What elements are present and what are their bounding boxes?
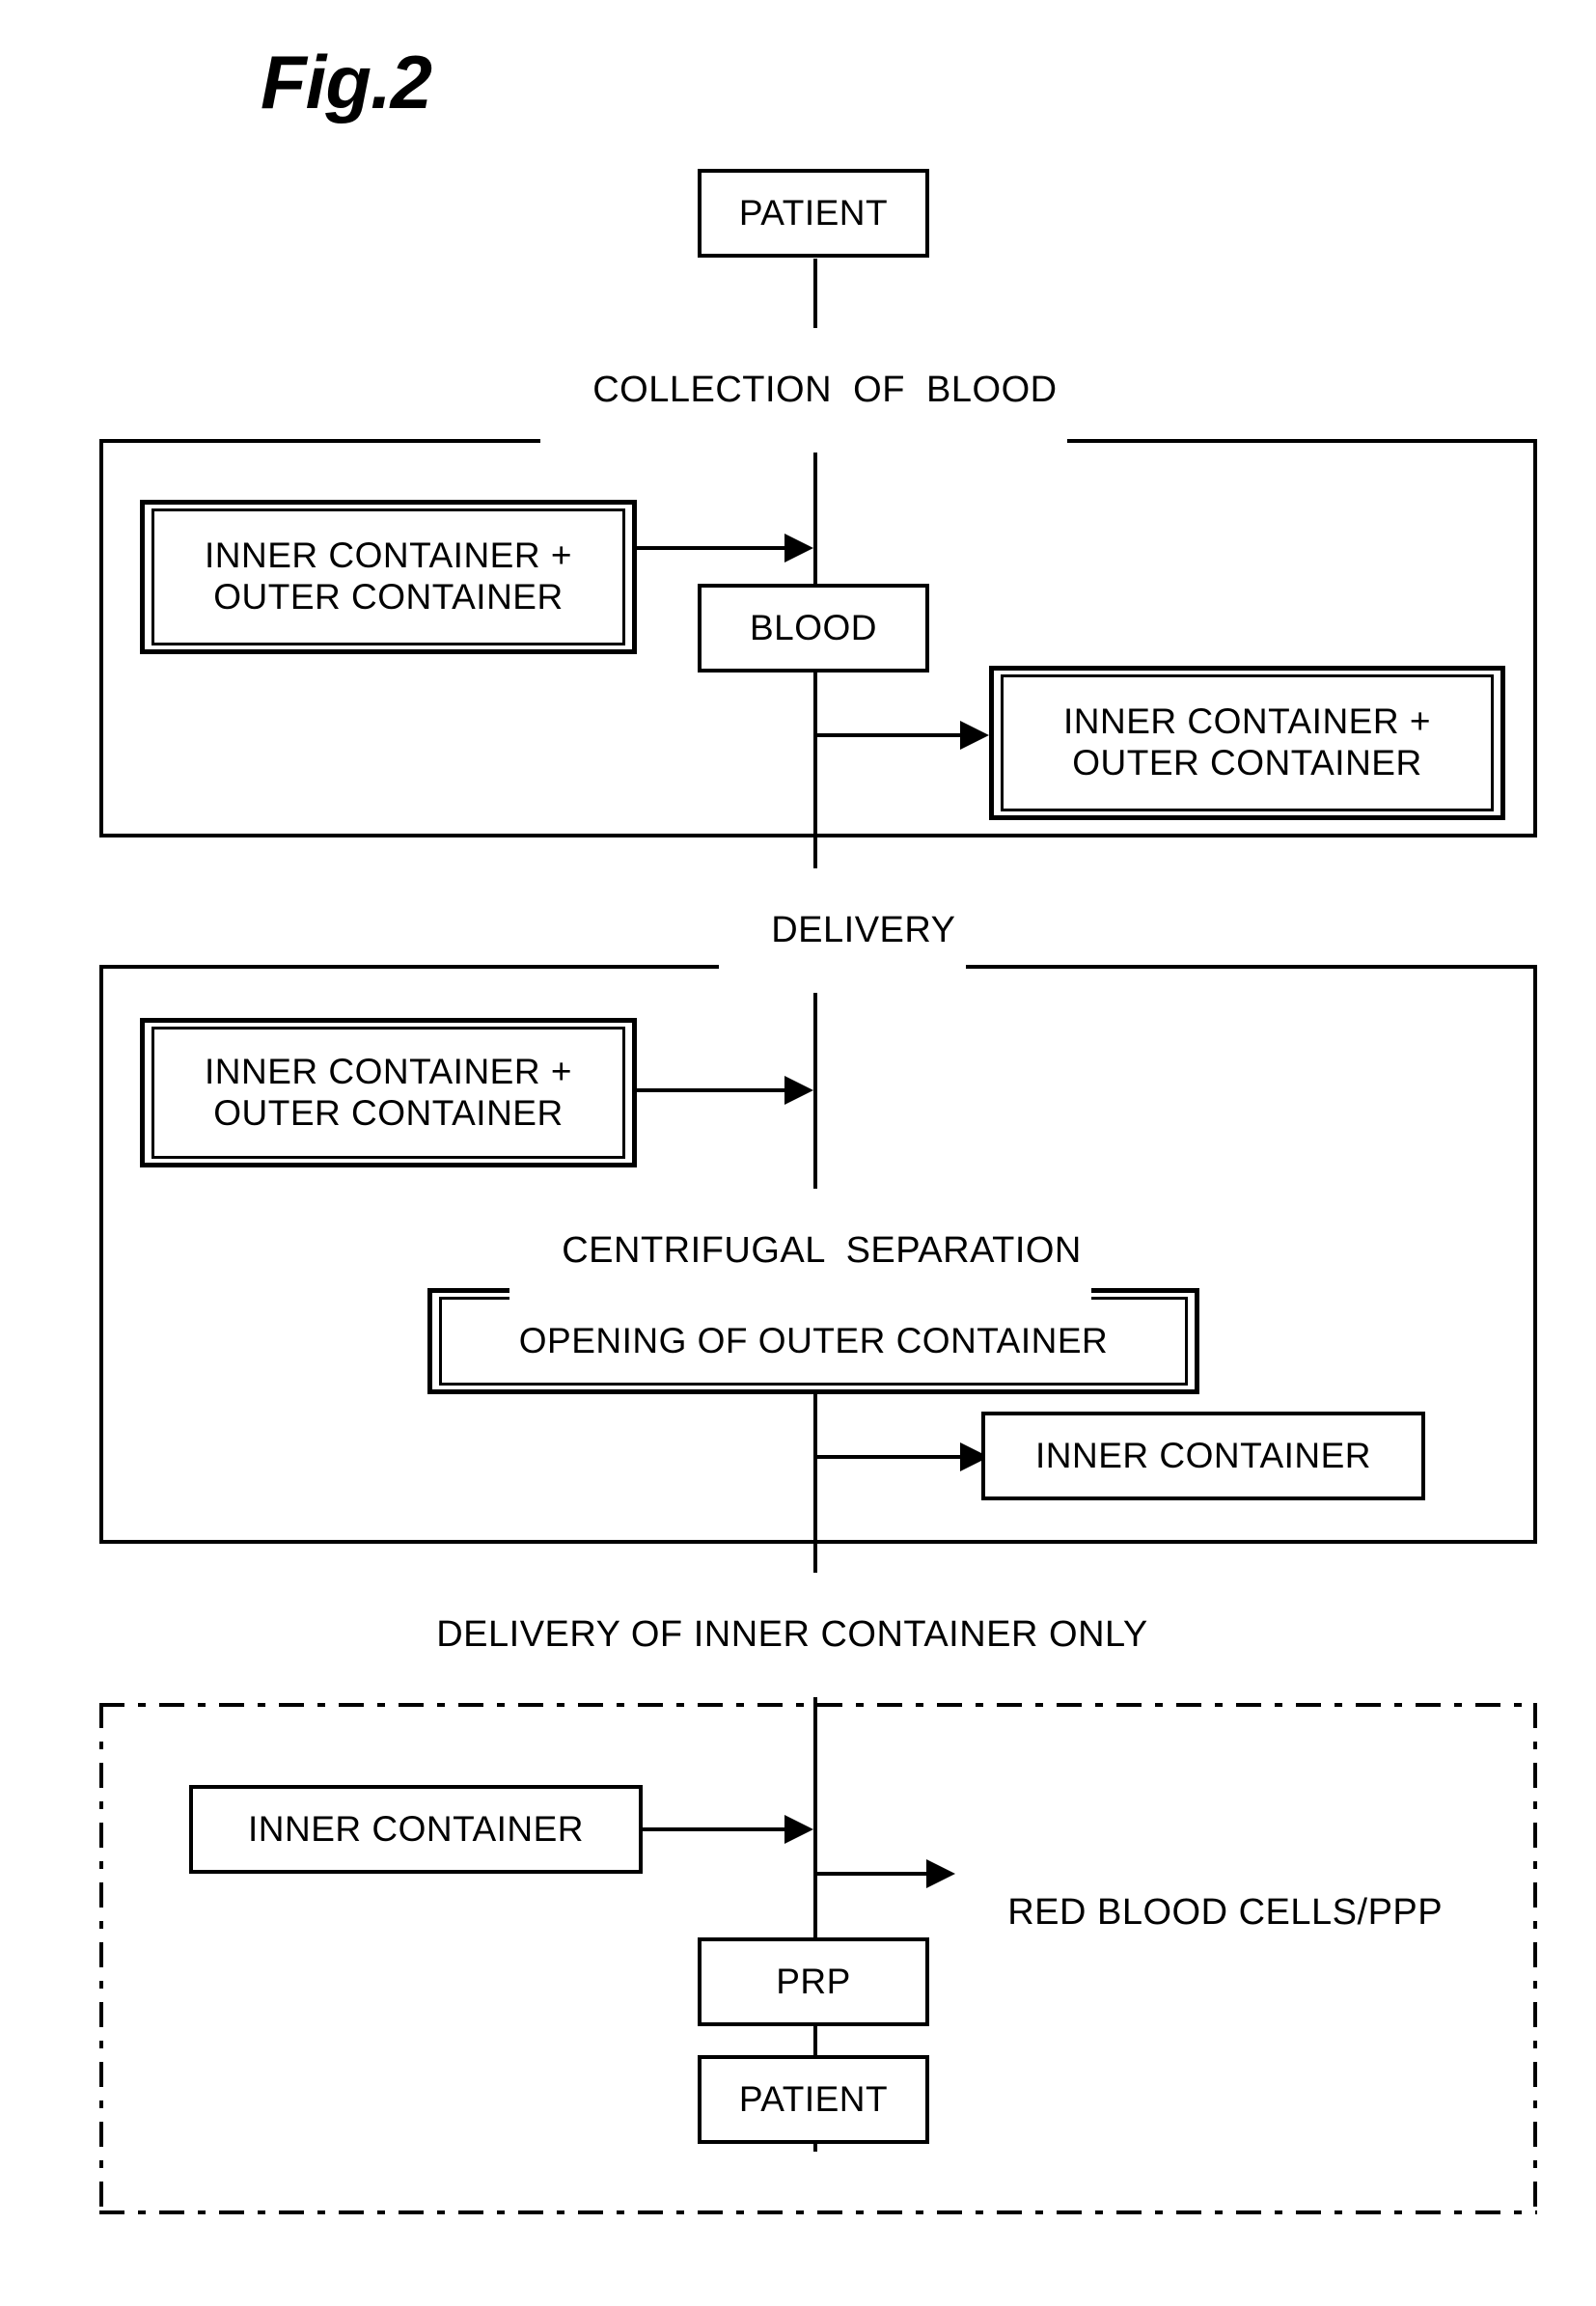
node-blood-label: BLOOD <box>749 607 878 647</box>
figure-canvas: Fig.2 PATIENT COLLECTION OF BLOOD INNER … <box>0 0 1596 2306</box>
node-collect-right-container[interactable]: INNER CONTAINER + OUTER CONTAINER <box>989 666 1505 820</box>
node-centrifuge-container-label: INNER CONTAINER + OUTER CONTAINER <box>205 1051 572 1133</box>
node-patient-top-label: PATIENT <box>738 192 889 233</box>
arrowhead-inner-container-stage3-to-spine <box>784 1815 813 1844</box>
node-inner-container-stage3[interactable]: INNER CONTAINER <box>189 1785 643 1874</box>
connector-inner-container-stage3-to-spine <box>643 1827 786 1831</box>
figure-title: Fig.2 <box>261 40 432 124</box>
spine-segment-inside-stage3 <box>813 1716 817 1957</box>
node-collect-right-container-label: INNER CONTAINER + OUTER CONTAINER <box>1063 701 1431 782</box>
node-collect-left-container[interactable]: INNER CONTAINER + OUTER CONTAINER <box>140 500 637 654</box>
arrowhead-spine-to-right-container <box>960 721 989 750</box>
node-collect-left-container-label: INNER CONTAINER + OUTER CONTAINER <box>205 535 572 617</box>
stage-label-delivery-text: DELIVERY <box>771 910 956 950</box>
connector-spine-to-red-blood-cells <box>815 1872 931 1876</box>
connector-centrifuge-container-to-spine <box>637 1088 786 1092</box>
node-inner-container-stage2[interactable]: INNER CONTAINER <box>981 1412 1425 1500</box>
node-patient-top[interactable]: PATIENT <box>698 169 929 258</box>
node-prp-label: PRP <box>776 1961 851 2001</box>
connector-left-container-to-spine <box>637 546 786 550</box>
node-blood[interactable]: BLOOD <box>698 584 929 673</box>
arrowhead-left-container-to-spine <box>784 534 813 563</box>
stage-label-collection-of-blood: COLLECTION OF BLOOD <box>540 328 1067 453</box>
node-inner-container-stage3-label: INNER CONTAINER <box>247 1808 585 1849</box>
connector-spine-to-inner-container-stage2 <box>815 1455 965 1459</box>
arrowhead-centrifuge-container-to-spine <box>784 1076 813 1105</box>
node-prp[interactable]: PRP <box>698 1937 929 2026</box>
stage-label-delivery: DELIVERY <box>719 868 966 993</box>
stage-label-centrifugal-separation: CENTRIFUGAL SEPARATION <box>509 1189 1091 1313</box>
node-centrifuge-container[interactable]: INNER CONTAINER + OUTER CONTAINER <box>140 1018 637 1167</box>
stage-label-collection-text: COLLECTION OF BLOOD <box>592 370 1058 410</box>
node-opening-of-outer-container-label: OPENING OF OUTER CONTAINER <box>518 1320 1109 1360</box>
node-inner-container-stage2-label: INNER CONTAINER <box>1034 1435 1372 1475</box>
node-red-blood-cells: RED BLOOD CELLS/PPP <box>965 1851 1443 1975</box>
stage-label-centrifugal-text: CENTRIFUGAL SEPARATION <box>562 1230 1082 1271</box>
node-patient-bottom-label: PATIENT <box>738 2078 889 2119</box>
connector-spine-to-right-container <box>815 733 965 737</box>
stage-label-delivery-inner-only: DELIVERY OF INNER CONTAINER ONLY <box>384 1573 1158 1697</box>
arrowhead-spine-to-red-blood-cells <box>926 1859 955 1888</box>
node-patient-bottom[interactable]: PATIENT <box>698 2055 929 2144</box>
node-red-blood-cells-label: RED BLOOD CELLS/PPP <box>1007 1892 1444 1933</box>
stage-label-delivery-inner-text: DELIVERY OF INNER CONTAINER ONLY <box>436 1614 1148 1655</box>
